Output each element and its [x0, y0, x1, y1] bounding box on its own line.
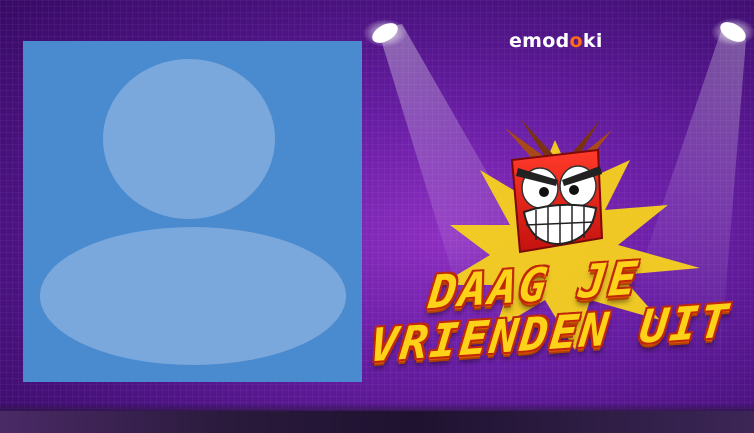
angry-red-square-mascot-icon [505, 118, 612, 254]
headline-line-2: VRIENDEN UIT [367, 293, 733, 373]
logo-text-part3: ki [582, 30, 603, 52]
banner-stage: emodoki DAAG JE VRIENDEN UIT [0, 0, 754, 433]
logo-text-accent: o [569, 30, 583, 52]
user-silhouette-icon [103, 59, 275, 219]
user-silhouette-body [40, 227, 346, 365]
logo-text-part1: emod [509, 30, 570, 52]
emodoki-logo: emodoki [509, 30, 603, 52]
headline: DAAG JE VRIENDEN UIT [367, 251, 752, 388]
profile-avatar-placeholder [23, 41, 362, 382]
stage-floor-band [0, 411, 754, 433]
